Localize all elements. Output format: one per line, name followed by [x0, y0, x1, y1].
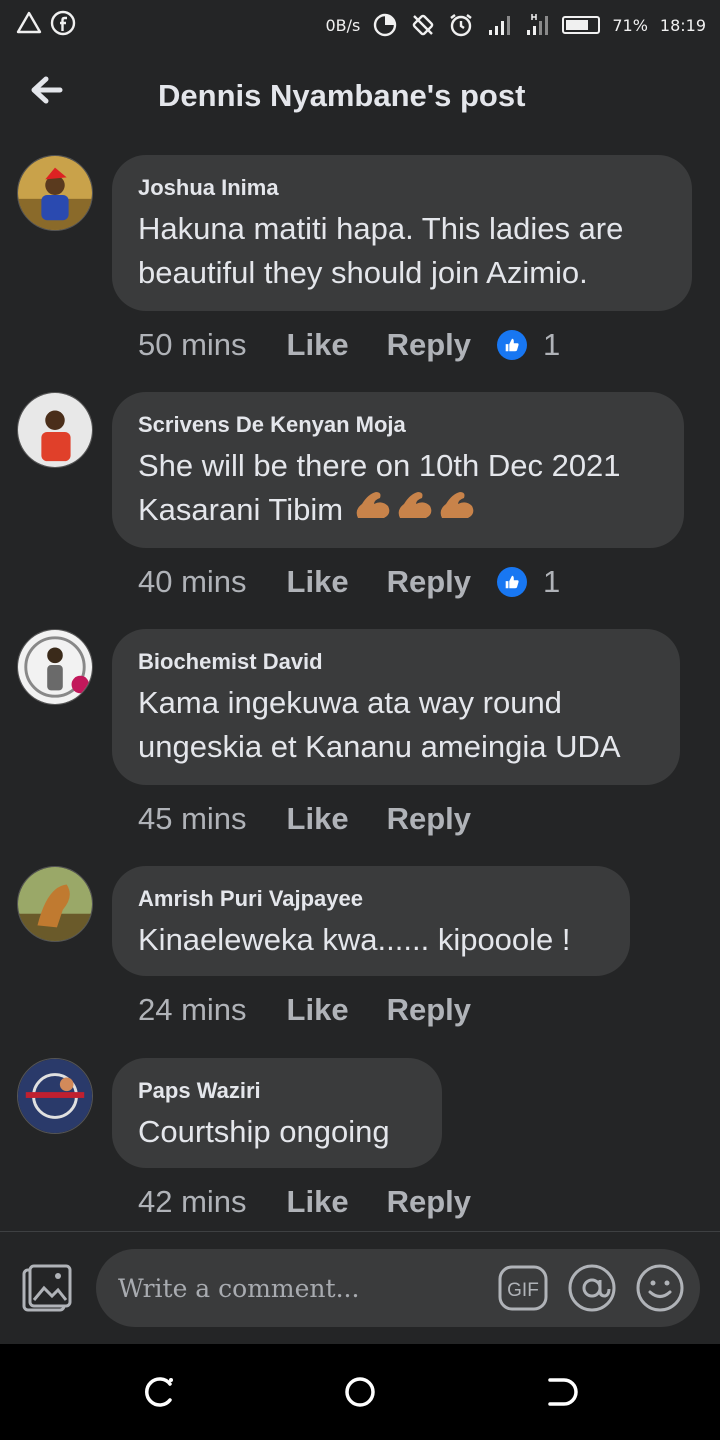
avatar[interactable]: [17, 866, 93, 942]
battery-icon: [562, 16, 601, 34]
comment-time[interactable]: 24 mins: [138, 992, 247, 1028]
comment-line: She will be there on 10th Dec 2021: [138, 448, 621, 483]
like-button[interactable]: Like: [287, 1184, 349, 1220]
comment-line: Kasarani Tibim: [138, 492, 344, 527]
comment-text: Hakuna matiti hapa. This ladies are beau…: [138, 207, 666, 295]
reaction-count[interactable]: 1: [497, 327, 560, 363]
reply-button[interactable]: Reply: [387, 327, 471, 363]
comment-author[interactable]: Joshua Inima: [138, 175, 666, 201]
like-button[interactable]: Like: [287, 992, 349, 1028]
comment-line: beautiful they should join Azimio.: [138, 255, 588, 290]
like-button[interactable]: Like: [287, 801, 349, 837]
like-reaction-icon: [497, 567, 527, 597]
comment-actions: 50 mins Like Reply 1: [138, 327, 560, 363]
comment-time[interactable]: 45 mins: [138, 801, 247, 837]
comment-composer: GIF: [0, 1232, 720, 1344]
signal-icon: [486, 12, 512, 38]
signal-hplus-icon: [524, 12, 550, 38]
system-navigation-bar: [0, 1344, 720, 1440]
comment-actions: 45 mins Like Reply: [138, 801, 471, 837]
comment-time[interactable]: 42 mins: [138, 1184, 247, 1220]
comment-author[interactable]: Amrish Puri Vajpayee: [138, 886, 604, 912]
back-nav-icon[interactable]: [542, 1374, 578, 1410]
comment-line-with-emoji: Kasarani Tibim: [138, 488, 658, 532]
comment-line: Courtship ongoing: [138, 1114, 390, 1149]
reply-button[interactable]: Reply: [387, 992, 471, 1028]
comment-time[interactable]: 40 mins: [138, 564, 247, 600]
comment-author[interactable]: Paps Waziri: [138, 1078, 416, 1104]
comment-line: Kama ingekuwa ata way round: [138, 685, 562, 720]
facebook-icon: [50, 10, 76, 36]
like-button[interactable]: Like: [287, 564, 349, 600]
back-arrow-icon[interactable]: [26, 70, 66, 110]
avatar[interactable]: [17, 155, 93, 231]
battery-percent: 71%: [612, 15, 648, 35]
comment-author[interactable]: Biochemist David: [138, 649, 654, 675]
home-circle-icon[interactable]: [342, 1374, 378, 1410]
comment-text: Kama ingekuwa ata way round ungeskia et …: [138, 681, 654, 769]
comment-bubble: Biochemist David Kama ingekuwa ata way r…: [112, 629, 680, 785]
comment-author[interactable]: Scrivens De Kenyan Moja: [138, 412, 658, 438]
comment-bubble: Paps Waziri Courtship ongoing: [112, 1058, 442, 1168]
comment-text: She will be there on 10th Dec 2021 Kasar…: [138, 444, 658, 532]
recent-apps-icon[interactable]: [142, 1374, 178, 1410]
comment-bubble: Scrivens De Kenyan Moja She will be ther…: [112, 392, 684, 548]
avatar[interactable]: [17, 1058, 93, 1134]
reaction-number: 1: [543, 564, 561, 599]
comment-text: Kinaeleweka kwa...... kipooole !: [138, 918, 604, 962]
comment-text: Courtship ongoing: [138, 1110, 416, 1154]
network-speed: 0B/s: [325, 15, 361, 35]
like-reaction-icon: [497, 330, 527, 360]
comment-input[interactable]: [116, 1267, 480, 1309]
comment-line: Hakuna matiti hapa. This ladies are: [138, 211, 624, 246]
flexed-biceps-emoji-icon: [436, 488, 478, 524]
reaction-count[interactable]: 1: [497, 564, 560, 600]
like-button[interactable]: Like: [287, 327, 349, 363]
mention-at-icon[interactable]: [567, 1263, 617, 1313]
comment-line: Kinaeleweka kwa...... kipooole !: [138, 922, 571, 957]
comment-time[interactable]: 50 mins: [138, 327, 247, 363]
gif-label: GIF: [507, 1280, 539, 1301]
page-title: Dennis Nyambane's post: [158, 78, 526, 113]
comment-bubble: Joshua Inima Hakuna matiti hapa. This la…: [112, 155, 692, 311]
photo-gallery-icon[interactable]: [20, 1262, 74, 1316]
rotation-lock-icon: [410, 12, 436, 38]
comment-line: ungeskia et Kananu ameingia UDA: [138, 729, 621, 764]
status-bar: 0B/s 71% 18:19: [0, 0, 720, 48]
reply-button[interactable]: Reply: [387, 564, 471, 600]
comment-input-box: GIF: [96, 1249, 700, 1327]
avatar[interactable]: [17, 629, 93, 705]
header: Dennis Nyambane's post: [0, 48, 720, 144]
comment-actions: 40 mins Like Reply 1: [138, 564, 560, 600]
reply-button[interactable]: Reply: [387, 801, 471, 837]
emoji-smiley-icon[interactable]: [635, 1263, 685, 1313]
avatar[interactable]: [17, 392, 93, 468]
flexed-biceps-emoji-icon: [394, 488, 436, 524]
warning-triangle-icon: [16, 10, 42, 36]
flexed-biceps-emoji-icon: [352, 488, 394, 524]
reaction-number: 1: [543, 327, 561, 362]
comment-actions: 42 mins Like Reply: [138, 1184, 471, 1220]
clock: 18:19: [659, 15, 706, 35]
reply-button[interactable]: Reply: [387, 1184, 471, 1220]
alarm-icon: [448, 12, 474, 38]
comment-bubble: Amrish Puri Vajpayee Kinaeleweka kwa....…: [112, 866, 630, 976]
comment-actions: 24 mins Like Reply: [138, 992, 471, 1028]
gif-button[interactable]: GIF: [498, 1263, 548, 1313]
data-saver-icon: [372, 12, 398, 38]
